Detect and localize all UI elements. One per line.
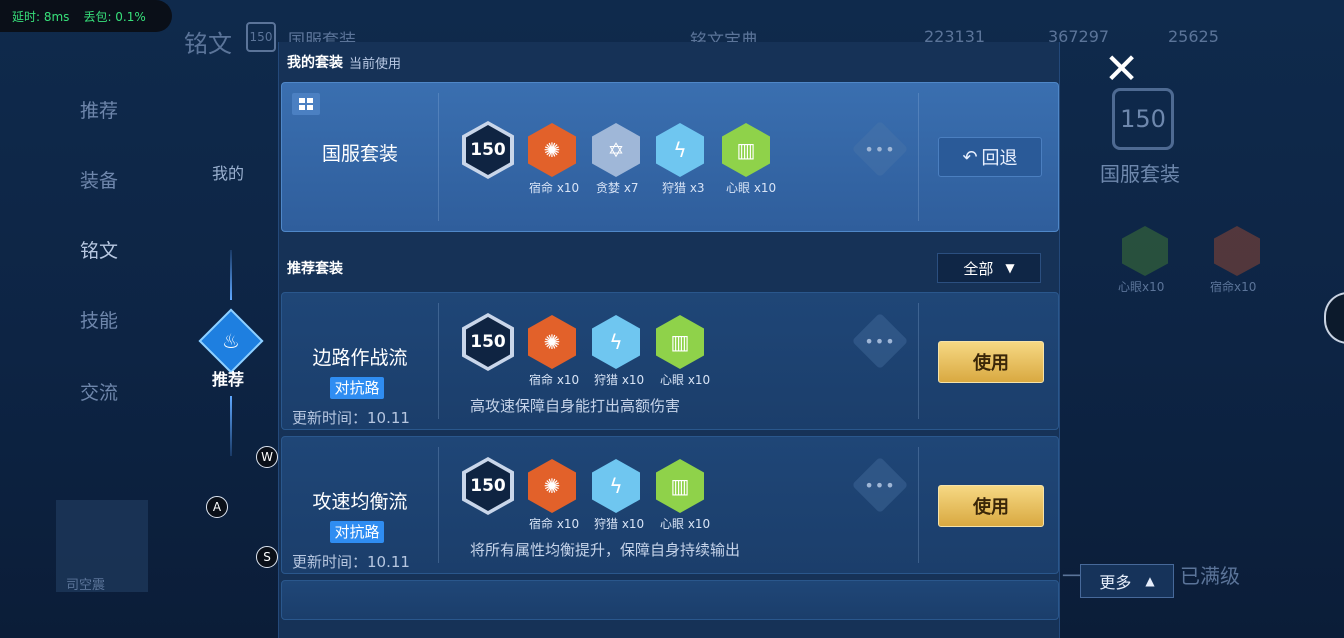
suit-card-partial [281, 580, 1059, 620]
rune-eye-icon[interactable]: ▥ [656, 315, 704, 369]
bg-currency-3: 25625 [1168, 27, 1219, 46]
rune-label: 宿命 x10 [529, 517, 580, 531]
bg-title: 铭文 [184, 30, 232, 58]
close-icon[interactable]: ✕ [1104, 48, 1139, 90]
revert-button[interactable]: ↶ 回退 [938, 137, 1042, 177]
rune-label: 贪婪 x7 [596, 181, 639, 195]
more-label: 更多 [1099, 573, 1132, 592]
recommend-header: 推荐套装 全部 ▼ [279, 250, 1059, 286]
rune-greed-icon[interactable]: ✡ [592, 123, 640, 177]
revert-label: 回退 [981, 148, 1018, 169]
undo-icon: ↶ [962, 146, 978, 168]
rune-label: 宿命 x10 [529, 373, 580, 387]
bg-level: 150 [246, 22, 276, 52]
rune-label: 心眼 x10 [660, 373, 711, 387]
key-a: A [206, 496, 228, 518]
bg-bottom-btn2: 已满级 [1180, 564, 1240, 588]
lane-tag: 对抗路 [330, 377, 384, 399]
bg-nav-equip: 装备 [80, 170, 119, 192]
rune-fate-icon[interactable]: ✺ [528, 315, 576, 369]
more-options-icon[interactable]: ••• [851, 456, 909, 514]
recommend-nav-label[interactable]: 推荐 [212, 366, 244, 390]
key-s: S [256, 546, 278, 568]
chevron-down-icon: ▼ [1005, 261, 1015, 275]
suit-name: 边路作战流 [312, 347, 408, 369]
bg-nav-recommend: 推荐 [80, 100, 119, 122]
suit-card: 边路作战流 对抗路 更新时间：10.11 150 ✺ 宿命 x10 ϟ 狩猎 x… [281, 292, 1059, 430]
rune-hunt-icon[interactable]: ϟ [592, 459, 640, 513]
nav-line-bottom [230, 396, 232, 456]
packet-loss-text: 丢包: 0.1% [83, 9, 146, 24]
rune-eye-icon[interactable]: ▥ [656, 459, 704, 513]
bg-right-set: 国服套装 [1100, 162, 1180, 186]
bg-right-label-1: 心眼x10 [1118, 280, 1165, 294]
suit-card: 攻速均衡流 对抗路 更新时间：10.11 150 ✺ 宿命 x10 ϟ 狩猎 x… [281, 436, 1059, 574]
bg-rune-orange [1214, 226, 1260, 276]
bg-nav-rune: 铭文 [80, 240, 119, 262]
filter-dropdown[interactable]: 全部 ▼ [937, 253, 1041, 283]
level-badge: 150 [462, 121, 514, 179]
current-suit-name: 国服套装 [321, 143, 398, 165]
more-button[interactable]: 更多 ▲ [1080, 564, 1174, 598]
suit-name: 攻速均衡流 [312, 491, 408, 513]
bg-nav-chat: 交流 [80, 382, 119, 404]
update-time: 更新时间：10.11 [292, 553, 410, 571]
bg-right-label-2: 宿命x10 [1210, 280, 1257, 294]
bg-nav-skill: 技能 [80, 310, 119, 332]
my-suit-subtitle: 当前使用 [349, 56, 402, 72]
more-options-icon[interactable]: ••• [851, 120, 909, 178]
bg-mine-label: 我的 [212, 164, 245, 183]
key-w: W [256, 446, 278, 468]
rune-label: 狩猎 x3 [662, 181, 705, 195]
my-suit-header: 我的套装 当前使用 [279, 44, 1059, 80]
rune-suit-panel: 我的套装 当前使用 国服套装 150 ✺ 宿命 x10 ✡ 贪婪 x7 ϟ 狩猎… [278, 42, 1060, 638]
network-status: 延时: 8ms 丢包: 0.1% [0, 0, 172, 32]
bg-hero-name: 司空震 [66, 578, 106, 593]
rune-label: 宿命 x10 [529, 181, 580, 195]
level-badge: 150 [462, 457, 514, 515]
rune-hunt-icon[interactable]: ϟ [656, 123, 704, 177]
rune-label: 心眼 x10 [660, 517, 711, 531]
grid-icon[interactable] [292, 93, 320, 115]
current-suit-card: 国服套装 150 ✺ 宿命 x10 ✡ 贪婪 x7 ϟ 狩猎 x3 ▥ 心眼 x… [281, 82, 1059, 232]
rune-fate-icon[interactable]: ✺ [528, 459, 576, 513]
my-suit-title: 我的套装 [287, 55, 343, 71]
use-button[interactable]: 使用 [938, 341, 1044, 383]
use-button[interactable]: 使用 [938, 485, 1044, 527]
recommend-title: 推荐套装 [287, 261, 343, 277]
rune-label: 狩猎 x10 [594, 517, 645, 531]
nav-line-top [230, 250, 232, 300]
flame-icon: ♨ [222, 329, 240, 353]
more-options-icon[interactable]: ••• [851, 312, 909, 370]
chevron-up-icon: ▲ [1145, 574, 1155, 588]
suit-description: 高攻速保障自身能打出高额伤害 [470, 397, 681, 415]
level-badge: 150 [462, 313, 514, 371]
filter-value: 全部 [963, 259, 994, 278]
rune-hunt-icon[interactable]: ϟ [592, 315, 640, 369]
bg-rune-green [1122, 226, 1168, 276]
latency-text: 延时: 8ms [12, 9, 70, 24]
update-time: 更新时间：10.11 [292, 409, 410, 427]
suit-description: 将所有属性均衡提升，保障自身持续输出 [470, 541, 741, 559]
rune-label: 心眼 x10 [726, 181, 777, 195]
lane-tag: 对抗路 [330, 521, 384, 543]
bg-right-level: 150 [1112, 88, 1174, 150]
rune-label: 狩猎 x10 [594, 373, 645, 387]
rune-fate-icon[interactable]: ✺ [528, 123, 576, 177]
rune-eye-icon[interactable]: ▥ [722, 123, 770, 177]
